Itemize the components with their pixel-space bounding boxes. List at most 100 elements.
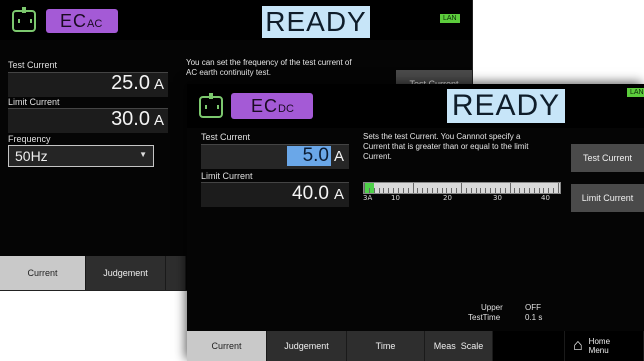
dc-home-menu-text: Home Menu bbox=[589, 337, 610, 355]
dc-scale-label-40: 40 bbox=[541, 194, 550, 202]
ac-limit-current-value: 30.0 bbox=[111, 108, 150, 130]
dc-upper-value: OFF bbox=[525, 303, 541, 312]
dc-scale-tick bbox=[465, 188, 467, 193]
ac-mode-sub: AC bbox=[87, 18, 103, 30]
dc-scale-ticks bbox=[363, 183, 559, 193]
dc-scale-label-30: 30 bbox=[493, 194, 502, 202]
dc-scale-tick bbox=[451, 188, 453, 193]
ac-limit-current-unit: A bbox=[154, 112, 165, 129]
dc-scale-tick bbox=[538, 188, 540, 193]
dc-scale-tick bbox=[364, 183, 365, 193]
dc-scale-tick bbox=[543, 188, 545, 193]
dc-mode-badge[interactable]: ECDC bbox=[231, 93, 313, 119]
dc-scale-tick bbox=[499, 188, 501, 193]
ac-top-bar: ECAC READY LAN bbox=[0, 0, 472, 40]
ac-lan-indicator: LAN bbox=[440, 14, 460, 23]
dc-scale-tick bbox=[470, 188, 472, 193]
dc-scale-tick bbox=[461, 183, 462, 193]
ac-status-ready: READY bbox=[262, 6, 370, 38]
dc-scale-tick bbox=[383, 188, 385, 193]
dc-scale-tick bbox=[407, 188, 409, 193]
dc-home-label: Home bbox=[588, 337, 611, 346]
dc-scale-tick bbox=[388, 188, 390, 193]
dc-scale-tick bbox=[417, 188, 419, 193]
ac-limit-current-label: Limit Current bbox=[8, 97, 60, 107]
dc-scale-tick bbox=[422, 188, 424, 193]
ac-frequency-select[interactable]: 50Hz ▼ bbox=[8, 145, 154, 167]
dc-scale-tick bbox=[431, 188, 433, 193]
dc-scale-tick bbox=[519, 188, 521, 193]
dc-tab-current[interactable]: Current bbox=[187, 331, 267, 361]
dc-scale-tick bbox=[456, 188, 458, 193]
dc-scale-tick bbox=[533, 188, 535, 193]
dc-home-menu-button[interactable]: ⌂ Home Menu bbox=[565, 331, 644, 361]
dc-top-bar: ECDC READY LAN bbox=[187, 84, 644, 128]
ac-tab-hidden[interactable] bbox=[166, 256, 186, 290]
ac-test-current-label: Test Current bbox=[8, 60, 58, 70]
dc-scale-tick bbox=[427, 188, 429, 193]
dc-scale-tick bbox=[548, 188, 550, 193]
dc-scale-tick bbox=[378, 188, 380, 193]
dc-scale-label-0: 3A bbox=[363, 194, 373, 202]
ac-frequency-label: Frequency bbox=[8, 134, 51, 144]
dc-scale-tick bbox=[504, 188, 506, 193]
dc-test-current-unit: A bbox=[334, 148, 345, 165]
dc-scale-tick bbox=[368, 188, 370, 193]
dc-scale-tick bbox=[494, 188, 496, 193]
dc-scale-tick bbox=[373, 188, 375, 193]
ac-tab-judgement[interactable]: Judgement bbox=[86, 256, 166, 290]
home-icon: ⌂ bbox=[573, 337, 583, 354]
dc-upper-label: Upper bbox=[481, 303, 503, 312]
ec-dc-screen: ECDC READY LAN Test Current 5.0 A Limit … bbox=[187, 84, 644, 361]
dc-scale-tick bbox=[412, 183, 414, 193]
dc-scale-tick bbox=[436, 188, 438, 193]
dc-scale-tick bbox=[480, 188, 482, 193]
dc-scale-tick bbox=[509, 183, 511, 193]
dc-status-ready: READY bbox=[447, 89, 565, 123]
ac-mode-main: EC bbox=[60, 11, 88, 31]
dc-scale-tick bbox=[528, 188, 530, 193]
dc-scale-tick bbox=[397, 188, 399, 193]
dc-current-scale: 3A 10 20 30 40 bbox=[363, 178, 561, 204]
dc-scale-tick bbox=[524, 188, 526, 193]
dc-test-current-value: 5.0 bbox=[302, 145, 329, 166]
dc-testtime-value: 0.1 s bbox=[525, 313, 543, 322]
plug-icon bbox=[199, 93, 223, 118]
dc-testtime-label: TestTime bbox=[468, 313, 501, 322]
dc-scale-tick bbox=[475, 188, 477, 193]
ac-test-current-value: 25.0 bbox=[111, 72, 150, 94]
dc-help-text: Sets the test Current. You Cannnot speci… bbox=[363, 132, 529, 161]
dc-tab-bar: Current Judgement Time Meas Scale ⌂ Home… bbox=[187, 331, 644, 361]
dc-mode-sub: DC bbox=[278, 103, 294, 115]
ac-help-text: You can set the frequency of the test cu… bbox=[186, 58, 352, 77]
dc-scale-tick bbox=[514, 188, 516, 193]
dc-mode-main: EC bbox=[251, 96, 279, 116]
ac-tab-current[interactable]: Current bbox=[0, 256, 86, 290]
ac-frequency-value: 50Hz bbox=[15, 148, 48, 164]
dc-scale-tick bbox=[446, 188, 448, 193]
dc-test-current-label: Test Current bbox=[201, 132, 251, 142]
dc-tab-judgement[interactable]: Judgement bbox=[267, 331, 347, 361]
dc-limit-current-unit: A bbox=[334, 186, 345, 203]
ac-tab-bar: Current Judgement bbox=[0, 256, 186, 290]
dc-scale-tick bbox=[441, 188, 443, 193]
dc-menu-label: Menu bbox=[588, 346, 609, 355]
dc-tab-meas-scale[interactable]: Meas Scale bbox=[425, 331, 493, 361]
dc-scale-label-20: 20 bbox=[443, 194, 452, 202]
dc-tab-empty bbox=[493, 331, 565, 361]
dropdown-arrow-icon: ▼ bbox=[139, 150, 147, 159]
dc-scale-tick bbox=[553, 188, 555, 193]
ac-mode-badge[interactable]: ECAC bbox=[46, 9, 118, 33]
dc-limit-current-value: 40.0 bbox=[292, 183, 329, 204]
dc-scale-tick bbox=[490, 188, 492, 193]
dc-limit-current-label: Limit Current bbox=[201, 171, 253, 181]
dc-lan-indicator: LAN bbox=[627, 88, 644, 97]
dc-tab-time[interactable]: Time bbox=[347, 331, 425, 361]
dc-scale-label-10: 10 bbox=[391, 194, 400, 202]
dc-test-current-button[interactable]: Test Current bbox=[571, 144, 644, 172]
dc-limit-current-button[interactable]: Limit Current bbox=[571, 184, 644, 212]
dc-scale-tick bbox=[558, 183, 559, 193]
dc-scale-tick bbox=[393, 188, 395, 193]
dc-scale-tick bbox=[402, 188, 404, 193]
ac-test-current-unit: A bbox=[154, 76, 165, 93]
